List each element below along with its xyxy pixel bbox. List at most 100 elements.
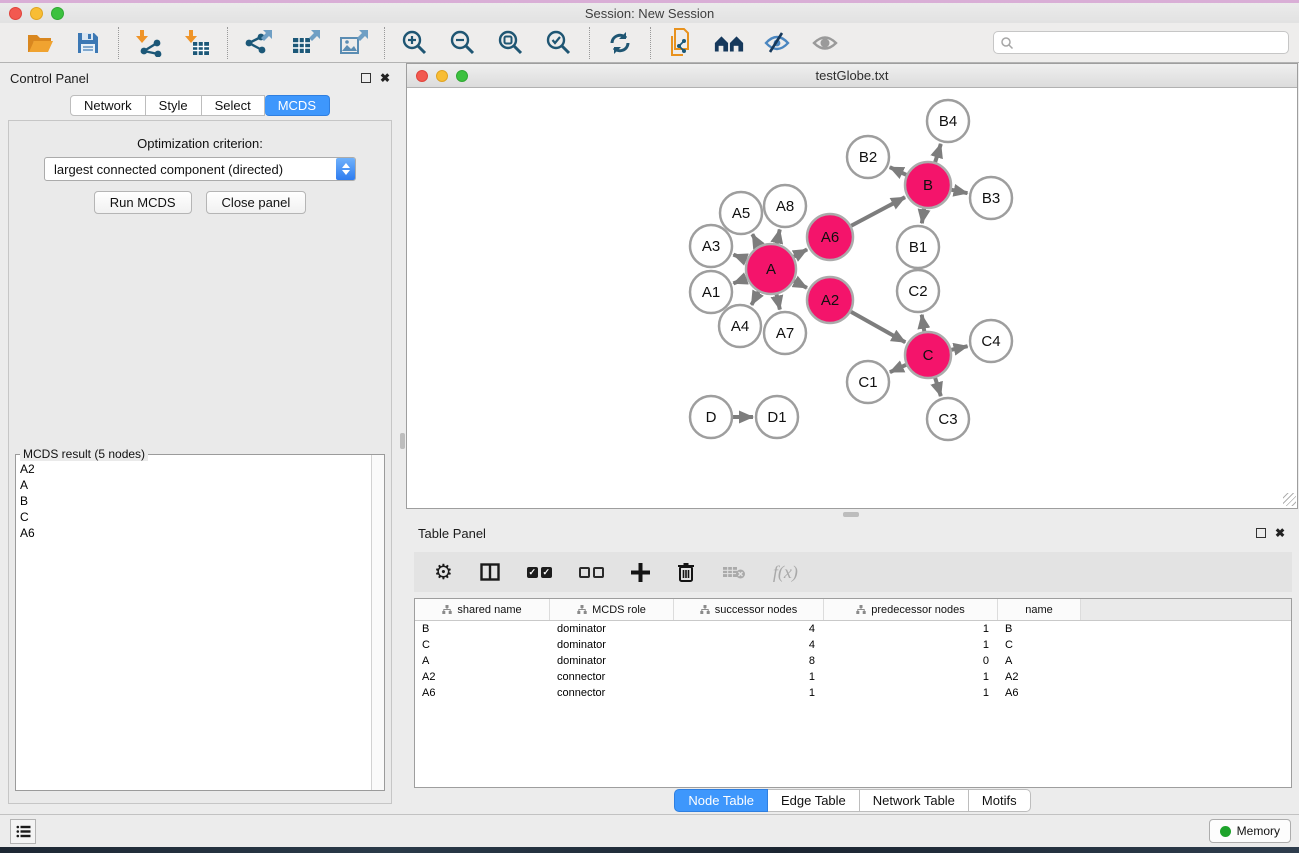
table-cell[interactable]: connector <box>550 671 674 683</box>
graph-edge-B-B2[interactable] <box>890 167 907 175</box>
memory-button[interactable]: Memory <box>1209 819 1291 843</box>
table-cell[interactable]: A2 <box>415 671 550 683</box>
table-cell[interactable]: 4 <box>674 639 824 651</box>
graph-node-C3[interactable]: C3 <box>927 398 969 440</box>
table-row[interactable]: Bdominator41B <box>415 621 1291 637</box>
network-search-field[interactable] <box>993 31 1289 54</box>
graph-edge-A-A3[interactable] <box>733 255 746 260</box>
graph-edge-B-B3[interactable] <box>952 190 968 193</box>
mcds-result-item[interactable]: B <box>20 493 366 509</box>
table-cell[interactable]: 1 <box>674 687 824 699</box>
graph-node-B3[interactable]: B3 <box>970 177 1012 219</box>
export-image-button[interactable] <box>338 27 370 59</box>
graph-node-C4[interactable]: C4 <box>970 320 1012 362</box>
graph-node-A1[interactable]: A1 <box>690 271 732 313</box>
column-header-successor-nodes[interactable]: successor nodes <box>674 599 824 620</box>
zoom-out-button[interactable] <box>447 27 479 59</box>
table-row[interactable]: A2connector11A2 <box>415 669 1291 685</box>
refresh-network-button[interactable] <box>604 27 636 59</box>
mcds-result-list[interactable]: A2ABCA6 <box>16 459 370 790</box>
column-header-shared-name[interactable]: shared name <box>415 599 550 620</box>
zoom-in-button[interactable] <box>399 27 431 59</box>
graph-node-B[interactable]: B <box>905 162 951 208</box>
show-columns-button[interactable] <box>480 559 500 585</box>
column-header-MCDS-role[interactable]: MCDS role <box>550 599 674 620</box>
graph-edge-A-A8[interactable] <box>777 229 780 243</box>
close-panel-icon[interactable]: ✖ <box>380 72 390 84</box>
export-table-button[interactable] <box>290 27 322 59</box>
graph-node-B2[interactable]: B2 <box>847 136 889 178</box>
graph-node-D[interactable]: D <box>690 396 732 438</box>
create-column-button[interactable] <box>631 559 650 585</box>
mcds-result-item[interactable]: A <box>20 477 366 493</box>
network-canvas[interactable]: AA1A2A3A4A5A6A7A8BB1B2B3B4CC1C2C3C4DD1 <box>407 88 1297 507</box>
result-list-scrollbar[interactable] <box>371 455 384 790</box>
graph-node-A8[interactable]: A8 <box>764 185 806 227</box>
close-panel-icon[interactable]: ✖ <box>1275 527 1285 539</box>
node-table[interactable]: shared nameMCDS rolesuccessor nodesprede… <box>414 598 1292 788</box>
show-all-networks-button[interactable] <box>713 27 745 59</box>
graph-node-C1[interactable]: C1 <box>847 361 889 403</box>
graph-edge-C-C3[interactable] <box>935 378 941 396</box>
graph-node-A5[interactable]: A5 <box>720 192 762 234</box>
table-cell[interactable]: 1 <box>674 671 824 683</box>
table-cell[interactable]: dominator <box>550 623 674 635</box>
graph-edge-A-A7[interactable] <box>777 294 780 309</box>
graph-edge-B-B4[interactable] <box>935 144 941 162</box>
graph-node-C2[interactable]: C2 <box>897 270 939 312</box>
table-cell[interactable]: 8 <box>674 655 824 667</box>
float-panel-icon[interactable] <box>361 73 371 83</box>
graph-edge-A2-C[interactable] <box>851 312 905 343</box>
tab-network-table[interactable]: Network Table <box>860 789 969 812</box>
graph-node-B4[interactable]: B4 <box>927 100 969 142</box>
open-session-button[interactable] <box>24 27 56 59</box>
tab-select[interactable]: Select <box>202 95 265 116</box>
tab-edge-table[interactable]: Edge Table <box>768 789 860 812</box>
mcds-result-item[interactable]: A2 <box>20 461 366 477</box>
table-cell[interactable]: A <box>998 655 1081 667</box>
table-cell[interactable]: B <box>998 623 1081 635</box>
graph-edge-A-A5[interactable] <box>752 234 758 246</box>
split-divider-handle-horizontal[interactable] <box>843 512 859 517</box>
delete-column-button[interactable] <box>677 559 695 585</box>
table-cell[interactable]: dominator <box>550 655 674 667</box>
table-cell[interactable]: A6 <box>415 687 550 699</box>
deselect-all-columns-button[interactable] <box>579 559 604 585</box>
network-window-titlebar[interactable]: testGlobe.txt <box>407 64 1297 88</box>
graph-node-A4[interactable]: A4 <box>719 305 761 347</box>
table-row[interactable]: Cdominator41C <box>415 637 1291 653</box>
graph-edge-A-A2[interactable] <box>794 281 807 288</box>
column-header-name[interactable]: name <box>998 599 1081 620</box>
table-cell[interactable]: connector <box>550 687 674 699</box>
table-cell[interactable]: A2 <box>998 671 1081 683</box>
graph-edge-A-A4[interactable] <box>751 292 758 305</box>
graph-edge-C-C4[interactable] <box>951 346 967 350</box>
table-cell[interactable]: C <box>415 639 550 651</box>
graph-node-D1[interactable]: D1 <box>756 396 798 438</box>
split-divider-handle-vertical[interactable] <box>400 433 405 449</box>
table-cell[interactable]: 1 <box>824 671 998 683</box>
table-cell[interactable]: 1 <box>824 639 998 651</box>
tab-network[interactable]: Network <box>70 95 146 116</box>
run-mcds-button[interactable]: Run MCDS <box>94 191 192 214</box>
table-cell[interactable]: B <box>415 623 550 635</box>
mcds-result-item[interactable]: A6 <box>20 525 366 541</box>
graph-edge-A-A6[interactable] <box>794 249 807 256</box>
clone-network-button[interactable] <box>665 27 697 59</box>
table-cell[interactable]: 0 <box>824 655 998 667</box>
criterion-select[interactable]: largest connected component (directed) <box>44 157 356 181</box>
show-graphics-details-button[interactable] <box>809 27 841 59</box>
task-history-button[interactable] <box>10 819 36 844</box>
graph-node-A[interactable]: A <box>746 244 796 294</box>
delete-table-button[interactable] <box>722 559 746 585</box>
table-cell[interactable]: 4 <box>674 623 824 635</box>
column-header-predecessor-nodes[interactable]: predecessor nodes <box>824 599 998 620</box>
export-network-button[interactable] <box>242 27 274 59</box>
zoom-selected-button[interactable] <box>543 27 575 59</box>
select-all-columns-button[interactable]: ✓ ✓ <box>527 559 552 585</box>
graph-edge-A6-B[interactable] <box>851 197 905 226</box>
import-table-button[interactable] <box>181 27 213 59</box>
hide-graphics-details-button[interactable] <box>761 27 793 59</box>
search-input[interactable] <box>1014 34 1282 52</box>
tab-style[interactable]: Style <box>146 95 202 116</box>
